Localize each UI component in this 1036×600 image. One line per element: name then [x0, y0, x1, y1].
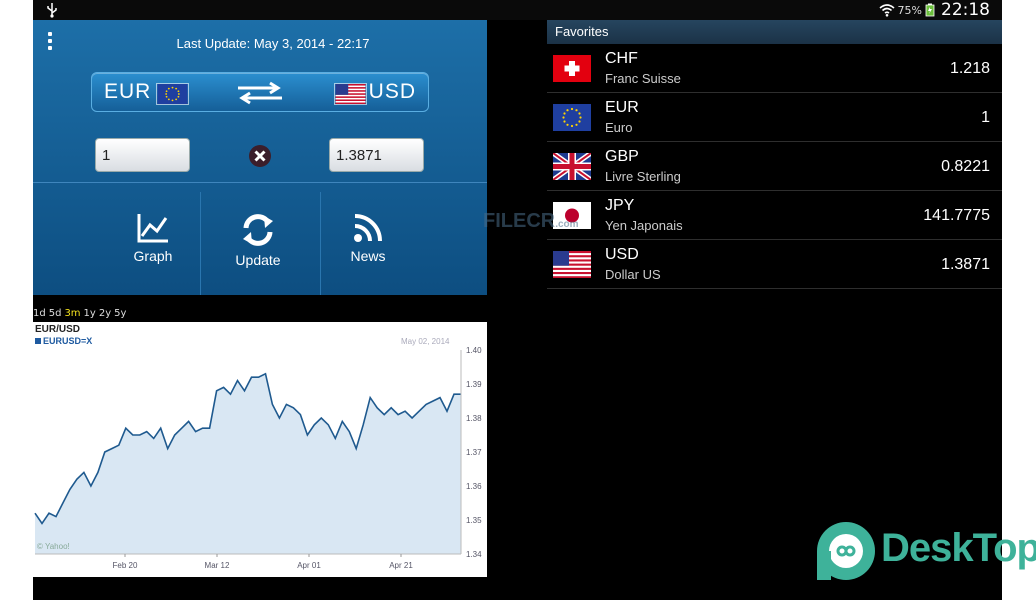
- favorite-value: 1.3871: [941, 256, 990, 273]
- switzerland-flag-icon: [553, 55, 591, 82]
- favorite-name: Yen Japonais: [605, 218, 683, 233]
- clear-icon[interactable]: [248, 144, 272, 168]
- overflow-menu-icon[interactable]: [47, 32, 55, 56]
- legend-swatch: [35, 338, 41, 344]
- swap-arrows-icon[interactable]: [234, 81, 286, 105]
- range-option-1d[interactable]: 1d: [33, 308, 46, 319]
- watermark: FILECR.com: [483, 210, 579, 233]
- eu-flag-icon: [553, 104, 591, 131]
- favorites-header: Favorites: [547, 20, 1002, 44]
- news-button[interactable]: News: [318, 192, 418, 292]
- favorite-value: 0.8221: [941, 158, 990, 175]
- chart-panel: 1.34 1.35 1.36 1.37 1.38 1.39 1.40 Feb 20 Mar 12…: [33, 322, 487, 577]
- logo-text: DeskTop: [881, 526, 1036, 570]
- range-option-5y[interactable]: 5y: [114, 308, 126, 319]
- status-clock: 22:18: [941, 0, 990, 20]
- favorite-code: EUR: [605, 99, 639, 116]
- favorite-value: 1.218: [949, 60, 990, 77]
- update-label: Update: [235, 252, 281, 268]
- favorite-row-eur[interactable]: EUR Euro 1: [547, 93, 1002, 142]
- app-screen: 75% 22:18 Last Update: May 3, 2014 - 22:…: [33, 0, 1002, 600]
- chart-credit: © Yahoo!: [37, 542, 70, 551]
- chart-date: May 02, 2014: [401, 337, 450, 346]
- favorite-row-gbp[interactable]: GBP Livre Sterling 0.8221: [547, 142, 1002, 191]
- favorite-code: JPY: [605, 197, 635, 214]
- range-option-3m[interactable]: 3m: [64, 308, 80, 319]
- legend-label: EURUSD=X: [43, 336, 93, 346]
- range-option-1y[interactable]: 1y: [84, 308, 96, 319]
- rate-chart: 1.34 1.35 1.36 1.37 1.38 1.39 1.40 Feb 20 Mar 12…: [34, 346, 482, 570]
- x-tick-label: Feb 20: [113, 561, 138, 570]
- line-chart-icon: [137, 214, 168, 243]
- divider: [33, 182, 487, 183]
- favorite-row-jpy[interactable]: JPY Yen Japonais 141.7775: [547, 191, 1002, 240]
- favorite-code: GBP: [605, 148, 639, 165]
- converter-panel: Last Update: May 3, 2014 - 22:17 EUR USD…: [33, 20, 487, 295]
- range-option-2y[interactable]: 2y: [99, 308, 111, 319]
- y-tick-label: 1.38: [466, 414, 482, 423]
- news-label: News: [350, 248, 386, 264]
- rss-icon: [354, 214, 382, 242]
- logo-mark-icon: [817, 522, 875, 580]
- currency-pair-selector[interactable]: EUR USD: [91, 72, 429, 112]
- usb-icon: [47, 3, 57, 18]
- battery-icon: [925, 3, 935, 17]
- uk-flag-icon: [553, 153, 591, 180]
- y-tick-label: 1.36: [466, 482, 482, 491]
- graph-label: Graph: [133, 248, 173, 264]
- eu-flag-icon: [156, 83, 189, 105]
- status-indicators: 75% 22:18: [879, 0, 990, 20]
- favorites-list: CHF Franc Suisse 1.218 EUR Euro 1 GBP Livre Ste…: [547, 44, 1002, 289]
- y-tick-label: 1.39: [466, 380, 482, 389]
- favorite-row-usd[interactable]: USD Dollar US 1.3871: [547, 240, 1002, 289]
- x-tick-label: Apr 21: [389, 561, 413, 570]
- favorite-code: USD: [605, 246, 639, 263]
- chart-range-selector[interactable]: 1d 5d 3m 1y 2y 5y: [33, 308, 233, 322]
- favorites-panel: Favorites CHF Franc Suisse 1.218 EUR Euro 1 GB…: [547, 20, 1002, 289]
- favorite-code: CHF: [605, 50, 638, 67]
- usa-flag-icon: [334, 83, 367, 105]
- favorite-value: 141.7775: [923, 207, 990, 224]
- favorite-name: Franc Suisse: [605, 71, 681, 86]
- chart-legend: EURUSD=X: [35, 336, 92, 346]
- from-currency-code[interactable]: EUR: [104, 80, 151, 104]
- chart-title: EUR/USD: [35, 324, 81, 335]
- refresh-icon: [243, 214, 273, 246]
- y-tick-label: 1.37: [466, 448, 482, 457]
- graph-button[interactable]: Graph: [103, 192, 203, 292]
- favorite-name: Livre Sterling: [605, 169, 681, 184]
- watermark-suffix: .com: [555, 219, 579, 230]
- amount-from-input[interactable]: 1: [95, 138, 190, 172]
- favorite-value: 1: [981, 109, 990, 126]
- last-update-label: Last Update: May 3, 2014 - 22:17: [176, 36, 370, 51]
- favorite-name: Dollar US: [605, 267, 661, 282]
- favorite-row-chf[interactable]: CHF Franc Suisse 1.218: [547, 44, 1002, 93]
- y-tick-label: 1.35: [466, 516, 482, 525]
- x-tick-label: Apr 01: [297, 561, 321, 570]
- chart-area: [35, 373, 461, 554]
- range-option-5d[interactable]: 5d: [49, 308, 62, 319]
- y-tick-label: 1.40: [466, 346, 482, 355]
- battery-percent: 75%: [897, 3, 922, 17]
- y-tick-label: 1.34: [466, 550, 482, 559]
- favorite-name: Euro: [605, 120, 633, 135]
- desktop-logo: DeskTop: [815, 520, 1036, 582]
- amount-to-input[interactable]: 1.3871: [329, 138, 424, 172]
- wifi-icon: [879, 4, 895, 17]
- to-currency-code[interactable]: USD: [369, 80, 416, 104]
- x-tick-label: Mar 12: [205, 561, 230, 570]
- watermark-text: FILECR: [483, 210, 556, 232]
- update-button[interactable]: Update: [208, 192, 308, 292]
- status-bar: 75% 22:18: [33, 0, 1002, 20]
- usa-flag-icon: [553, 251, 591, 278]
